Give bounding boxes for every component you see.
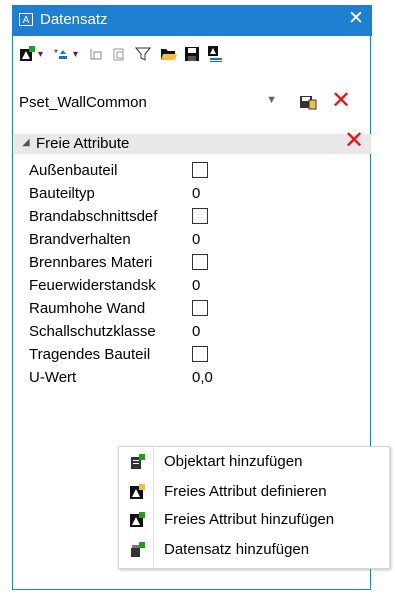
attribute-value[interactable]: 0,0 [192,369,213,386]
context-menu: Objektart hinzufügen Freies Attribut def… [118,446,390,569]
delete-group-icon[interactable]: ✕ [344,129,364,153]
close-button[interactable]: ✕ [346,9,366,29]
menu-item-label: Datensatz hinzufügen [164,541,310,558]
copy-icon[interactable] [89,45,103,63]
chevron-down-icon[interactable]: ▾ [73,45,78,63]
add-dataset-icon [129,542,145,561]
attribute-name: Feuerwiderstandsk [29,277,156,294]
attribute-row: Außenbauteil [29,160,369,182]
save-dataset-icon[interactable] [299,94,317,113]
attribute-name: Außenbauteil [29,162,118,179]
attribute-row: Tragendes Bauteil [29,344,369,366]
new-attribute-icon[interactable] [19,45,35,63]
attribute-row: Feuerwiderstandsk 0 [29,275,369,297]
dataset-select[interactable]: Pset_WallCommon ▼ [19,92,277,114]
svg-text:*: * [54,48,58,59]
attribute-value[interactable]: 0 [192,323,200,340]
attribute-value[interactable]: 0 [192,185,200,202]
assign-icon[interactable] [206,45,224,63]
attribute-name: Brandverhalten [29,231,131,248]
attribute-name: Brandabschnittsdef [29,208,158,225]
attribute-checkbox[interactable] [192,208,208,224]
define-attribute-icon [129,484,145,503]
attribute-checkbox[interactable] [192,346,208,362]
attribute-name: Raumhohe Wand [29,300,146,317]
attribute-name: Bauteiltyp [29,185,95,202]
menu-item-label: Freies Attribut hinzufügen [164,511,335,528]
attribute-name: Brennbares Materi [29,254,153,271]
attribute-checkbox[interactable] [192,300,208,316]
paste-icon[interactable] [112,45,126,63]
collapse-arrow-icon[interactable]: ◢ [22,137,30,148]
attribute-row: Raumhohe Wand [29,298,369,320]
add-attribute-icon [129,512,145,531]
attribute-name: U-Wert [29,369,77,386]
attribute-value[interactable]: 0 [192,277,200,294]
menu-item-freies-attribut-hinzufuegen[interactable]: Freies Attribut hinzufügen [119,507,389,533]
attribute-row: Brandabschnittsdef [29,206,369,228]
attribute-group-label: Freie Attribute [36,135,130,152]
attribute-name: Tragendes Bauteil [29,346,151,363]
open-folder-icon[interactable] [160,45,178,63]
attribute-name: Schallschutzklasse [29,323,156,340]
chevron-down-icon[interactable]: ▼ [266,94,277,106]
attribute-row: Bauteiltyp 0 [29,183,369,205]
dataset-select-value: Pset_WallCommon [19,94,147,111]
delete-dataset-icon[interactable]: ✕ [331,89,351,113]
attribute-group-header[interactable]: ◢ Freie Attribute ✕ [14,129,371,154]
save-icon[interactable] [184,45,200,63]
menu-item-objektart-hinzufuegen[interactable]: Objektart hinzufügen [119,449,389,475]
attribute-row: Schallschutzklasse 0 [29,321,369,343]
attribute-row: Brennbares Materi [29,252,369,274]
title-bar: A Datensatz ✕ [13,5,372,36]
add-attribute-icon[interactable]: * [53,45,69,63]
menu-item-label: Objektart hinzufügen [164,453,303,470]
window-title: Datensatz [40,11,108,28]
app-icon: A [19,13,33,26]
attribute-checkbox[interactable] [192,254,208,270]
attribute-row: Brandverhalten 0 [29,229,369,251]
attribute-checkbox[interactable] [192,162,208,178]
menu-item-label: Freies Attribut definieren [164,483,327,500]
menu-item-freies-attribut-definieren[interactable]: Freies Attribut definieren [119,479,389,505]
toolbar: ▾ * ▾ [13,36,370,70]
attribute-row: U-Wert 0,0 [29,367,369,389]
attribute-value[interactable]: 0 [192,231,200,248]
filter-icon[interactable] [135,45,151,63]
menu-item-datensatz-hinzufuegen[interactable]: Datensatz hinzufügen [119,537,389,563]
chevron-down-icon[interactable]: ▾ [38,45,43,63]
object-type-icon [129,454,145,473]
